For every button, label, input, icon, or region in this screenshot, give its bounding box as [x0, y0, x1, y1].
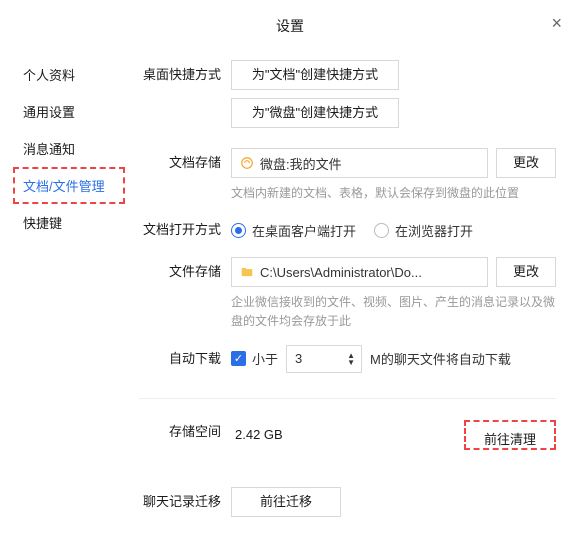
sidebar-item-notify[interactable]: 消息通知	[13, 130, 125, 167]
auto-download-checkbox[interactable]: ✓	[231, 351, 246, 366]
doc-storage-hint: 文档内新建的文档、表格，默认会保存到微盘的此位置	[231, 184, 556, 203]
file-storage-hint: 企业微信接收到的文件、视频、图片、产生的消息记录以及微盘的文件均会存放于此	[231, 293, 556, 331]
auto-download-lt: 小于	[252, 349, 278, 368]
label-chat-migrate: 聊天记录迁移	[139, 487, 231, 517]
auto-download-size-input[interactable]: 3 ▲▼	[286, 345, 362, 373]
radio-label: 在桌面客户端打开	[252, 221, 356, 240]
doc-storage-path: 微盘:我的文件	[231, 148, 488, 178]
radio-open-browser[interactable]: 在浏览器打开	[374, 221, 473, 240]
dialog-title: 设置	[276, 18, 304, 34]
sidebar-item-label: 文档/文件管理	[23, 179, 105, 194]
file-storage-path: C:\Users\Administrator\Do...	[231, 257, 488, 287]
radio-label: 在浏览器打开	[395, 221, 473, 240]
create-doc-shortcut-button[interactable]: 为"文档"创建快捷方式	[231, 60, 399, 90]
radio-dot-icon	[374, 223, 389, 238]
radio-dot-icon	[231, 223, 246, 238]
sidebar-item-label: 个人资料	[23, 68, 75, 83]
radio-open-desktop[interactable]: 在桌面客户端打开	[231, 221, 356, 240]
storage-size: 2.42 GB	[231, 427, 464, 442]
divider	[139, 398, 556, 399]
auto-download-size-value: 3	[295, 351, 302, 366]
sidebar-item-general[interactable]: 通用设置	[13, 93, 125, 130]
cloud-icon	[240, 156, 254, 170]
label-open-mode: 文档打开方式	[139, 215, 231, 245]
settings-sidebar: 个人资料 通用设置 消息通知 文档/文件管理 快捷键	[13, 54, 125, 529]
label-desktop-shortcut: 桌面快捷方式	[139, 60, 231, 90]
doc-storage-path-text: 微盘:我的文件	[260, 154, 342, 173]
sidebar-item-label: 消息通知	[23, 142, 75, 157]
sidebar-item-shortcut[interactable]: 快捷键	[13, 204, 125, 241]
sidebar-item-profile[interactable]: 个人资料	[13, 56, 125, 93]
label-storage-space: 存储空间	[139, 417, 231, 447]
change-doc-storage-button[interactable]: 更改	[496, 148, 556, 178]
settings-content: 桌面快捷方式 为"文档"创建快捷方式 为"微盘"创建快捷方式 文档存储 微盘:我…	[125, 54, 580, 529]
change-file-storage-button[interactable]: 更改	[496, 257, 556, 287]
create-drive-shortcut-button[interactable]: 为"微盘"创建快捷方式	[231, 98, 399, 128]
auto-download-suffix: M的聊天文件将自动下载	[370, 349, 511, 368]
sidebar-item-label: 快捷键	[23, 216, 62, 231]
go-migrate-button[interactable]: 前往迁移	[231, 487, 341, 517]
go-clean-label: 前往清理	[468, 426, 552, 456]
dialog-header: 设置 ×	[0, 0, 580, 54]
label-doc-storage: 文档存储	[139, 148, 231, 178]
sidebar-item-docfile[interactable]: 文档/文件管理	[13, 167, 125, 204]
stepper-icon[interactable]: ▲▼	[347, 352, 355, 366]
go-clean-button[interactable]: 前往清理	[464, 420, 556, 450]
sidebar-item-label: 通用设置	[23, 105, 75, 120]
file-storage-path-text: C:\Users\Administrator\Do...	[260, 265, 422, 280]
label-file-storage: 文件存储	[139, 257, 231, 287]
label-auto-download: 自动下载	[139, 344, 231, 374]
folder-icon	[240, 265, 254, 279]
close-icon[interactable]: ×	[551, 14, 562, 32]
